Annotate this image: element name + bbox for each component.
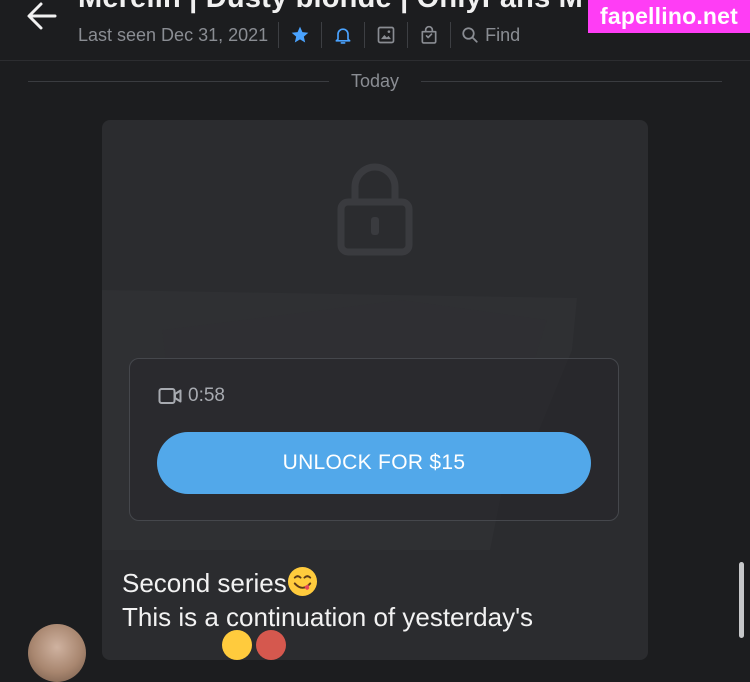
star-icon (291, 26, 309, 43)
chat-title[interactable]: Merelin | Dusty blonde | OnlyFans M (78, 0, 583, 15)
chat-subheader: Last seen Dec 31, 2021 Find (78, 21, 520, 49)
find-button[interactable]: Find (461, 25, 520, 46)
find-label: Find (485, 24, 521, 45)
video-camera-icon (158, 388, 182, 404)
divider-line (28, 80, 329, 82)
media-gallery-button[interactable] (375, 24, 397, 46)
bag-icon (421, 25, 437, 44)
divider (321, 22, 323, 48)
divider (407, 22, 409, 48)
favorite-button[interactable] (289, 24, 311, 46)
message-line-2: This is a continuation of yesterday's (122, 602, 534, 632)
chat-header: Merelin | Dusty blonde | OnlyFans M Last… (0, 0, 750, 61)
locked-media-card: 0:58 UNLOCK FOR $15 (129, 358, 619, 521)
divider (364, 22, 366, 48)
smiling-face-icon (287, 566, 317, 597)
divider (278, 22, 280, 48)
bell-icon (335, 28, 351, 44)
video-duration: 0:58 (158, 385, 225, 407)
message-text[interactable]: Second series This is a continuation of … (122, 566, 533, 634)
divider-line (421, 80, 723, 82)
avatar[interactable] (28, 624, 86, 682)
search-icon (462, 27, 478, 43)
notifications-button[interactable] (332, 24, 354, 46)
date-divider: Today (28, 66, 723, 96)
scrollbar[interactable] (739, 562, 744, 638)
date-divider-label: Today (350, 70, 400, 91)
image-icon (377, 26, 395, 44)
unlock-button[interactable]: UNLOCK FOR $15 (157, 432, 591, 494)
emoji-icon (256, 630, 286, 660)
duration-label: 0:58 (188, 385, 225, 406)
lock-icon (337, 163, 413, 256)
back-arrow-icon (27, 2, 57, 30)
purchases-button[interactable] (418, 24, 440, 46)
locked-message-bubble: 0:58 UNLOCK FOR $15 Second series This i… (102, 120, 648, 660)
message-line: Second series (122, 566, 533, 600)
message-line-1: Second series (122, 568, 287, 598)
emoji-icon (222, 630, 252, 660)
back-button[interactable] (22, 0, 62, 36)
divider (450, 22, 452, 48)
watermark: fapellino.net (588, 0, 750, 33)
last-seen-status: Last seen Dec 31, 2021 (78, 24, 269, 45)
